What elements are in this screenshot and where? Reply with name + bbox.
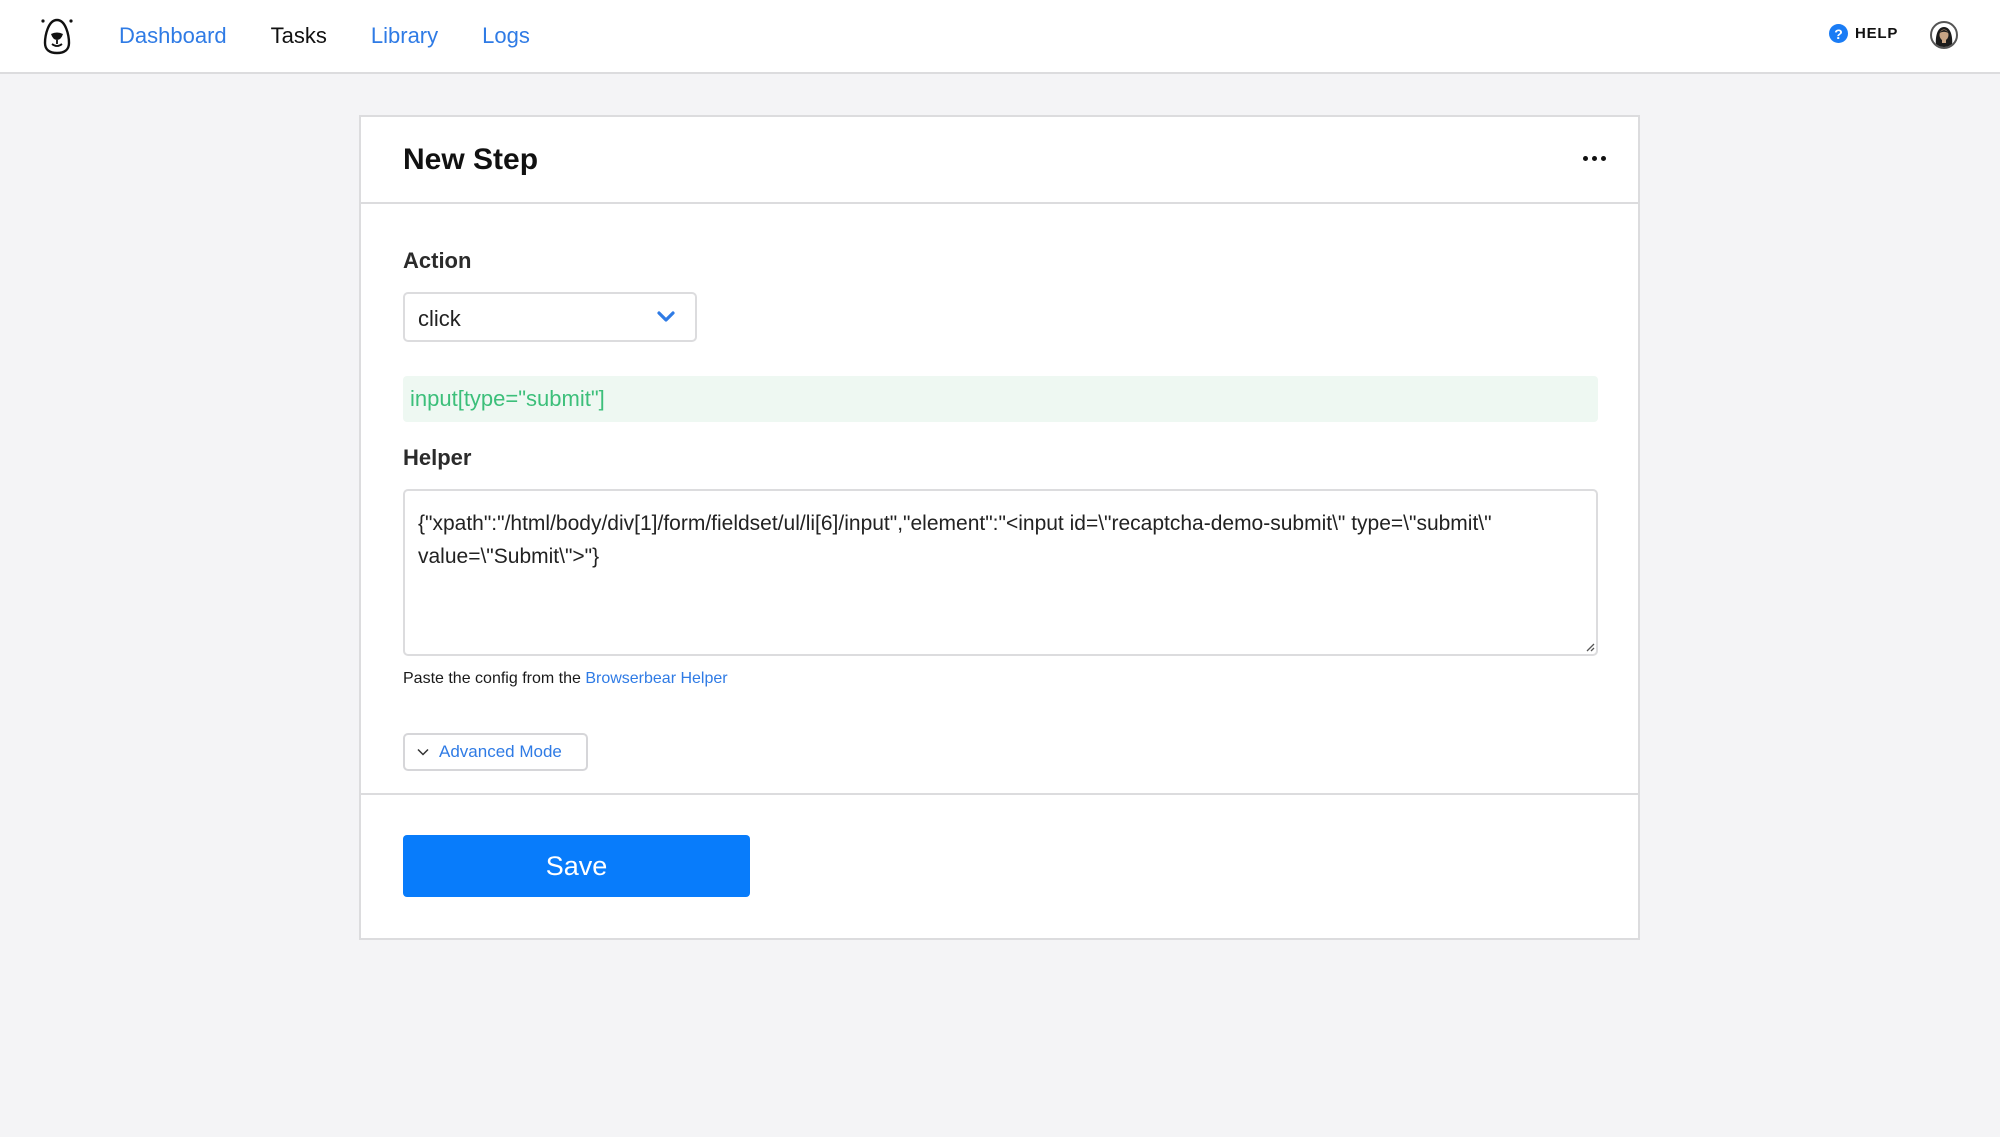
action-select[interactable]: click [403, 292, 697, 342]
help-label: HELP [1855, 25, 1899, 42]
helper-config-textarea[interactable]: {"xpath":"/html/body/div[1]/form/fieldse… [403, 489, 1598, 656]
card-header: New Step [361, 117, 1638, 204]
browserbear-helper-link[interactable]: Browserbear Helper [585, 670, 727, 687]
nav-library[interactable]: Library [371, 23, 438, 49]
resize-handle-icon[interactable] [1585, 642, 1595, 652]
avatar-icon [1935, 27, 1953, 47]
help-link[interactable]: ? HELP [1829, 24, 1898, 43]
chevron-down-icon [657, 311, 675, 322]
nav-tasks[interactable]: Tasks [271, 23, 327, 49]
action-label: Action [403, 248, 472, 273]
chevron-down-icon [417, 748, 429, 756]
nav-logs[interactable]: Logs [482, 23, 530, 49]
element-selector-text: input[type="submit"] [410, 386, 605, 411]
ellipsis-icon [1600, 155, 1606, 161]
page-title: New Step [403, 143, 539, 176]
top-navigation-bar: Dashboard Tasks Library Logs ? HELP [0, 0, 2000, 74]
save-button[interactable]: Save [403, 835, 750, 897]
helper-hint-text: Paste the config from the [403, 670, 586, 687]
bear-logo-icon[interactable] [40, 16, 74, 56]
helper-label: Helper [403, 445, 472, 470]
user-avatar[interactable] [1930, 21, 1958, 49]
ellipsis-icon [1591, 155, 1597, 161]
advanced-mode-label: Advanced Mode [439, 742, 562, 761]
element-selector-display: input[type="submit"] [403, 376, 1598, 422]
main-nav: Dashboard Tasks Library Logs [119, 0, 574, 72]
card-body: Action click input[type="submit"] Helper… [361, 204, 1638, 795]
action-select-value: click [418, 306, 461, 331]
nav-dashboard[interactable]: Dashboard [119, 23, 227, 49]
advanced-mode-toggle[interactable]: Advanced Mode [403, 733, 588, 771]
more-options-button[interactable] [1579, 145, 1609, 171]
card-footer: Save [361, 795, 1638, 938]
ellipsis-icon [1582, 155, 1588, 161]
helper-hint: Paste the config from the Browserbear He… [403, 670, 728, 688]
question-circle-icon: ? [1829, 24, 1848, 43]
new-step-card: New Step Action click input[type="submit… [359, 115, 1640, 940]
